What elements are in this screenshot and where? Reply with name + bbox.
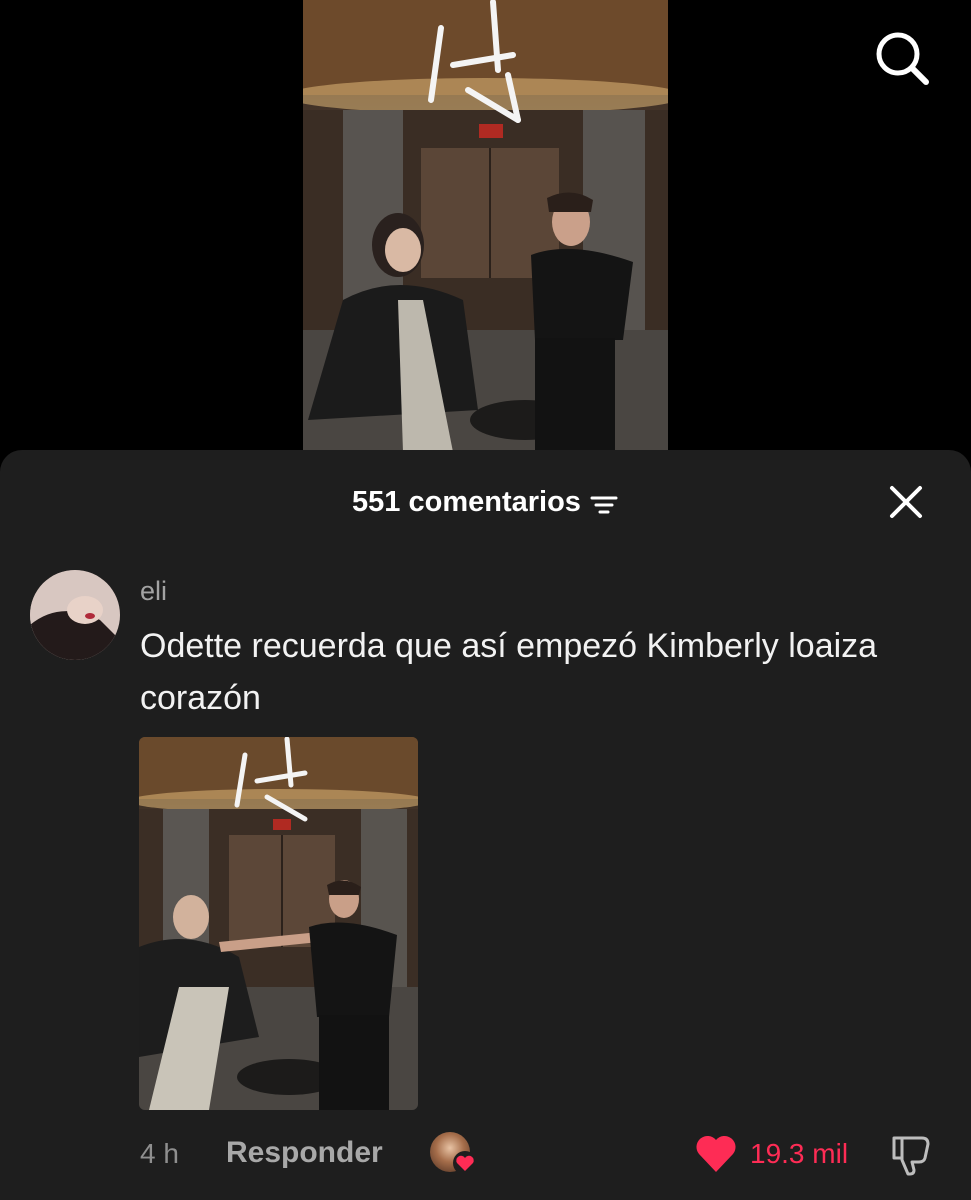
heart-icon xyxy=(696,1135,736,1172)
like-count: 19.3 mil xyxy=(750,1138,849,1169)
comments-header: 551 comentarios xyxy=(0,480,971,524)
thumbs-down-icon xyxy=(892,1136,930,1176)
video-frame[interactable] xyxy=(303,0,668,452)
comment-time: 4 h xyxy=(140,1138,179,1169)
close-button[interactable] xyxy=(882,478,930,526)
creator-liked-heart-icon xyxy=(453,1151,477,1175)
avatar[interactable] xyxy=(30,570,120,660)
comments-sheet: 551 comentarios eli Odette recuerda que … xyxy=(0,450,971,1200)
sort-filter-icon[interactable] xyxy=(589,491,619,514)
comment-count: 551 comentarios xyxy=(352,485,581,518)
reply-button[interactable]: Responder xyxy=(226,1136,383,1170)
comment-text: Odette recuerda que así empezó Kimberly … xyxy=(140,627,878,717)
close-icon xyxy=(890,486,922,518)
search-button[interactable] xyxy=(870,26,934,90)
comment-username[interactable]: eli xyxy=(140,576,167,607)
like-button[interactable] xyxy=(694,1132,738,1174)
dislike-button[interactable] xyxy=(888,1132,934,1178)
comment-attached-image[interactable] xyxy=(139,737,418,1110)
video-player[interactable] xyxy=(0,0,971,460)
comment-actions: 4 h Responder 19.3 mil xyxy=(0,1130,971,1178)
search-icon xyxy=(876,32,929,85)
